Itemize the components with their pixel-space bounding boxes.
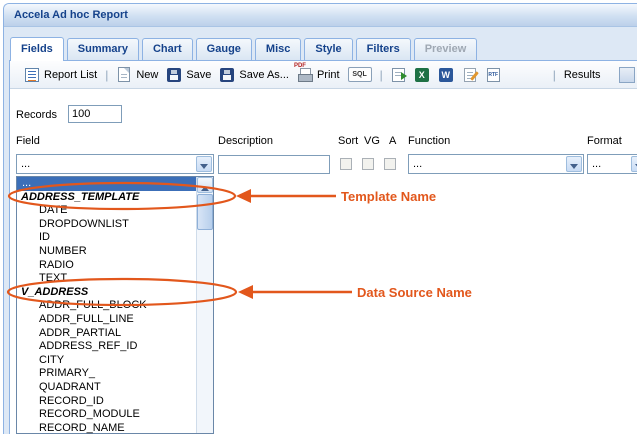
dropdown-item-city[interactable]: CITY xyxy=(17,354,196,368)
sql-button[interactable]: SQL xyxy=(348,67,372,82)
export-excel-icon[interactable]: X xyxy=(415,68,429,82)
records-input[interactable] xyxy=(68,105,122,123)
dropdown-item-address-ref-id[interactable]: ADDRESS_REF_ID xyxy=(17,340,196,354)
print-icon: PDF xyxy=(297,67,313,83)
dropdown-item-radio[interactable]: RADIO xyxy=(17,259,196,273)
save-label: Save xyxy=(186,69,211,81)
save-as-icon xyxy=(220,68,234,82)
dropdown-item-date[interactable]: DATE xyxy=(17,204,196,218)
field-combo[interactable]: ... xyxy=(16,154,214,174)
tab-style[interactable]: Style xyxy=(304,38,352,60)
tab-chart[interactable]: Chart xyxy=(142,38,193,60)
cropped-toolbar-icon[interactable] xyxy=(619,67,635,83)
template-name-annotation-label: Template Name xyxy=(341,189,436,204)
dropdown-scrollbar[interactable] xyxy=(196,177,213,433)
sql-icon: SQL xyxy=(348,67,372,82)
description-input[interactable] xyxy=(218,155,330,174)
dropdown-item-record-module[interactable]: RECORD_MODULE xyxy=(17,408,196,422)
field-combo-value: ... xyxy=(21,158,30,170)
description-column-header: Description xyxy=(218,135,273,147)
dropdown-item-v-address[interactable]: V_ADDRESS xyxy=(17,286,196,300)
toolbar-separator: | xyxy=(553,68,556,82)
dropdown-item-number[interactable]: NUMBER xyxy=(17,245,196,259)
field-dropdown-list: ... ADDRESS_TEMPLATE DATE DROPDOWNLIST I… xyxy=(16,176,214,434)
export-word-icon[interactable]: W xyxy=(439,68,453,82)
window-title: Accela Ad hoc Report xyxy=(4,4,128,21)
dropdown-item-id[interactable]: ID xyxy=(17,231,196,245)
toolbar-separator: | xyxy=(380,68,383,82)
field-column-header: Field xyxy=(16,135,40,147)
vg-checkbox[interactable] xyxy=(362,158,374,170)
dropdown-item-record-id[interactable]: RECORD_ID xyxy=(17,395,196,409)
format-combo-arrow-icon[interactable] xyxy=(631,156,637,172)
format-combo-value: ... xyxy=(592,158,601,170)
results-label: Results xyxy=(564,69,601,81)
dropdown-item-text[interactable]: TEXT xyxy=(17,272,196,286)
toolbar-separator: | xyxy=(105,68,108,82)
a-column-header: A xyxy=(389,135,396,147)
print-label: Print xyxy=(317,69,340,81)
function-combo-value: ... xyxy=(413,158,422,170)
report-list-button[interactable]: Report List xyxy=(24,67,97,83)
field-combo-arrow-icon[interactable] xyxy=(196,156,212,172)
tab-gauge[interactable]: Gauge xyxy=(196,38,252,60)
dropdown-item-quadrant[interactable]: QUADRANT xyxy=(17,381,196,395)
report-list-icon xyxy=(25,68,39,82)
dropdown-item-addr-partial[interactable]: ADDR_PARTIAL xyxy=(17,327,196,341)
format-combo[interactable]: ... xyxy=(587,154,637,174)
dropdown-item-address-template[interactable]: ADDRESS_TEMPLATE xyxy=(17,191,196,205)
dropdown-item-addr-full-block[interactable]: ADDR_FULL_BLOCK xyxy=(17,299,196,313)
tab-fields[interactable]: Fields xyxy=(10,37,64,61)
save-as-label: Save As... xyxy=(239,69,289,81)
save-icon xyxy=(167,68,181,82)
scroll-thumb[interactable] xyxy=(197,194,213,230)
toolbar: Report List | New Save Save As... PDF Pr… xyxy=(10,61,637,89)
print-button[interactable]: PDF Print xyxy=(297,67,340,83)
scroll-up-icon[interactable] xyxy=(197,177,213,193)
new-document-icon xyxy=(118,67,130,82)
report-list-label: Report List xyxy=(44,69,97,81)
dropdown-item-addr-full-line[interactable]: ADDR_FULL_LINE xyxy=(17,313,196,327)
save-button[interactable]: Save xyxy=(166,67,211,83)
save-as-button[interactable]: Save As... xyxy=(219,67,289,83)
format-column-header: Format xyxy=(587,135,622,147)
export-notes-icon[interactable] xyxy=(464,68,476,82)
dropdown-item-primary[interactable]: PRIMARY_ xyxy=(17,367,196,381)
export-xml-icon[interactable] xyxy=(392,68,405,82)
tab-misc[interactable]: Misc xyxy=(255,38,301,60)
function-combo-arrow-icon[interactable] xyxy=(566,156,582,172)
vg-column-header: VG xyxy=(364,135,380,147)
new-label: New xyxy=(136,69,158,81)
function-combo[interactable]: ... xyxy=(408,154,584,174)
tab-strip: Fields Summary Chart Gauge Misc Style Fi… xyxy=(10,37,637,61)
a-checkbox[interactable] xyxy=(384,158,396,170)
export-rtf-icon[interactable]: RTF xyxy=(487,68,500,82)
dropdown-item-dropdownlist[interactable]: DROPDOWNLIST xyxy=(17,218,196,232)
dropdown-item-record-name[interactable]: RECORD_NAME xyxy=(17,422,196,435)
tab-preview[interactable]: Preview xyxy=(414,38,478,60)
data-source-name-annotation-label: Data Source Name xyxy=(357,285,472,300)
dropdown-item-ellipsis[interactable]: ... xyxy=(17,177,196,191)
tab-summary[interactable]: Summary xyxy=(67,38,139,60)
window-title-bar: Accela Ad hoc Report xyxy=(4,4,637,27)
function-column-header: Function xyxy=(408,135,450,147)
new-button[interactable]: New xyxy=(116,67,158,82)
sort-checkbox[interactable] xyxy=(340,158,352,170)
sort-column-header: Sort xyxy=(338,135,358,147)
pdf-badge: PDF xyxy=(294,63,306,69)
results-button[interactable]: Results xyxy=(564,69,601,81)
tab-filters[interactable]: Filters xyxy=(356,38,411,60)
records-label: Records xyxy=(16,109,57,121)
